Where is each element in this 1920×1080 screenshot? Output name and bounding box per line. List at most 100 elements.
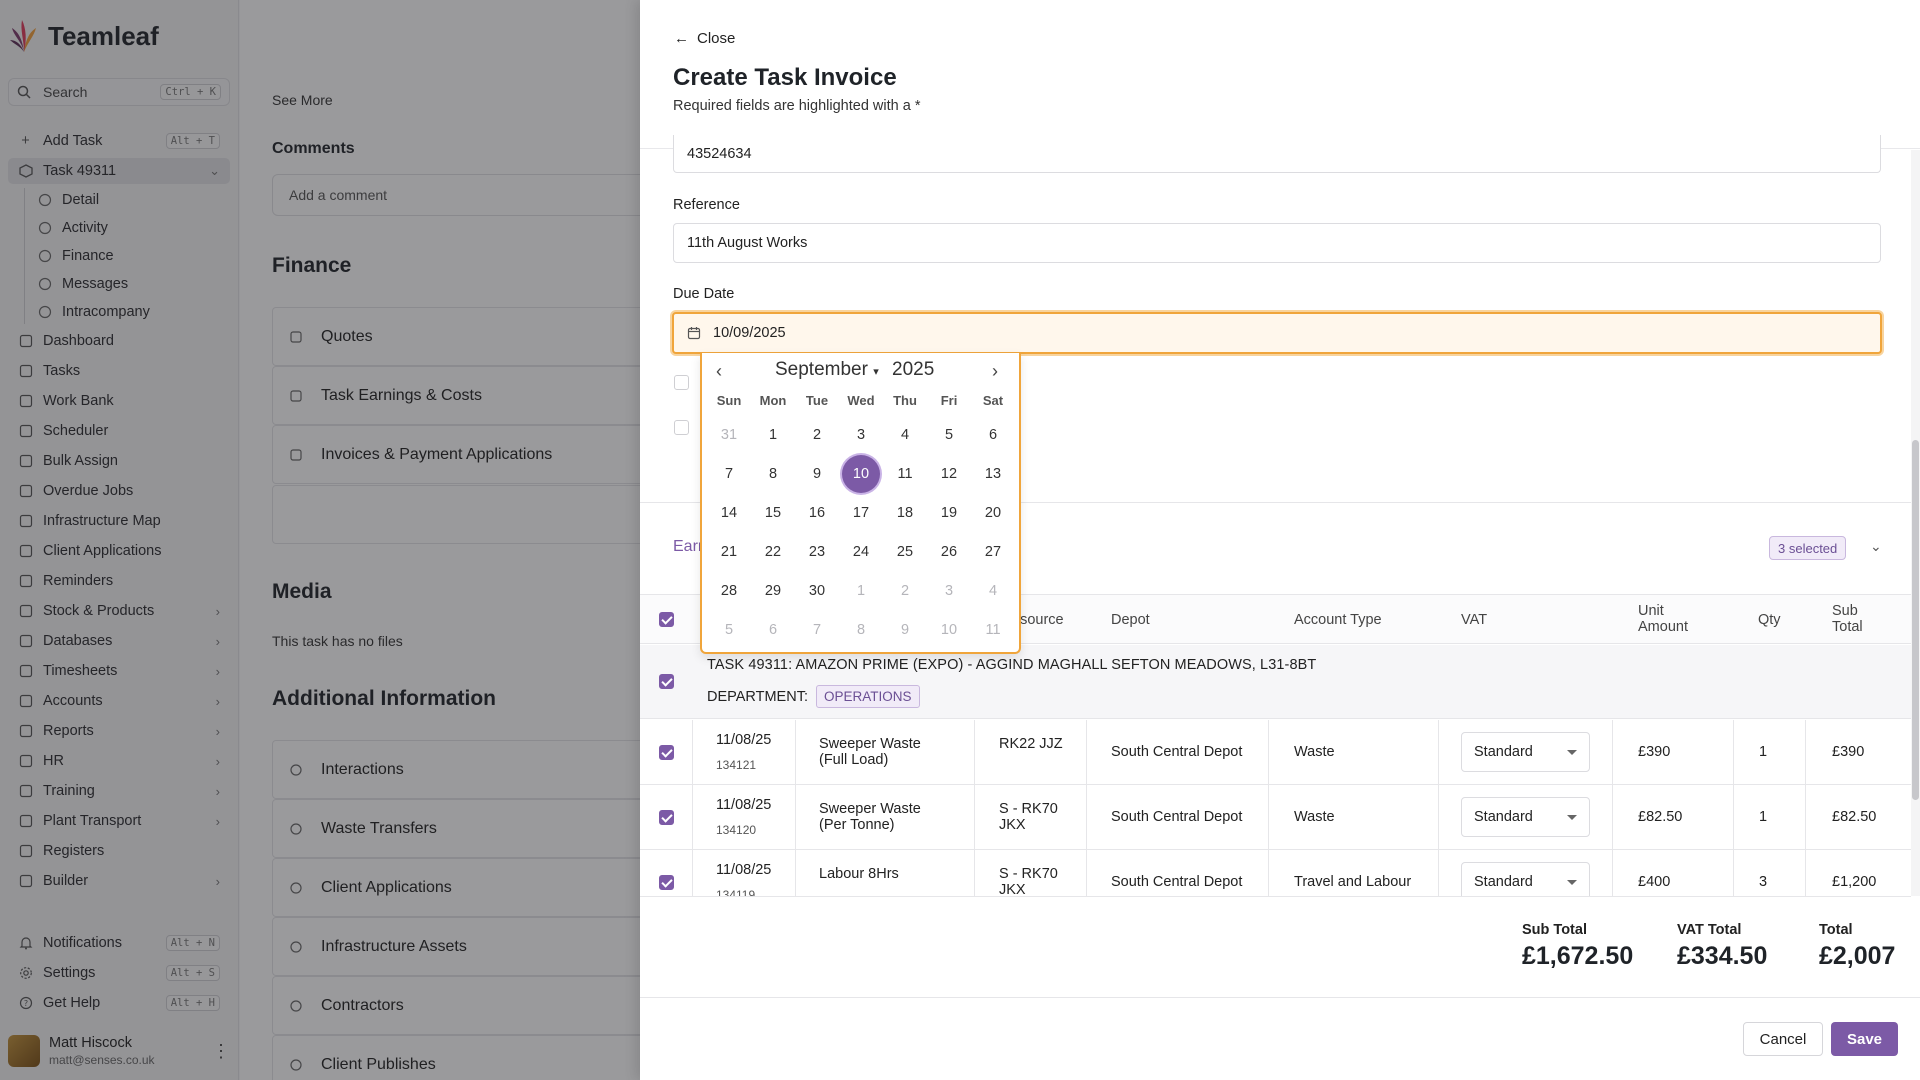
calendar-day[interactable]: 6: [754, 611, 792, 649]
vat-select[interactable]: Standard: [1461, 797, 1590, 837]
row-resource: S - RK70 JKX: [999, 866, 1058, 896]
next-month-button[interactable]: ›: [992, 361, 998, 382]
column-divider: [1805, 720, 1806, 784]
table-row[interactable]: 11/08/25 134121 Sweeper Waste (Full Load) R…: [640, 720, 1911, 785]
calendar-day[interactable]: 13: [974, 455, 1012, 493]
weekday-header: Sat: [982, 393, 1004, 408]
column-divider: [692, 720, 693, 784]
calendar-day[interactable]: 3: [842, 416, 880, 454]
calendar-day[interactable]: 10: [930, 611, 968, 649]
calendar-day[interactable]: 1: [754, 416, 792, 454]
selected-count-badge[interactable]: 3 selected: [1769, 536, 1847, 560]
row-checkbox[interactable]: [659, 810, 674, 825]
row-account-type: Waste: [1294, 809, 1335, 825]
total-label: Total: [1819, 922, 1853, 938]
column-divider: [1733, 850, 1734, 896]
table-row[interactable]: 11/08/25 134120 Sweeper Waste (Per Tonne) S…: [640, 785, 1911, 850]
calendar-day[interactable]: 15: [754, 494, 792, 532]
calendar-day[interactable]: 18: [886, 494, 924, 532]
calendar-day[interactable]: 5: [930, 416, 968, 454]
option-checkbox-2[interactable]: [674, 420, 689, 435]
calendar-day[interactable]: 7: [798, 611, 836, 649]
calendar-day[interactable]: 27: [974, 533, 1012, 571]
close-label: Close: [697, 30, 736, 47]
calendar-day[interactable]: 20: [974, 494, 1012, 532]
year-value[interactable]: 2025: [892, 359, 934, 381]
cancel-button[interactable]: Cancel: [1743, 1022, 1823, 1056]
due-date-field[interactable]: 10/09/2025: [672, 312, 1882, 354]
selected-day[interactable]: 10: [842, 455, 880, 493]
calendar-day[interactable]: 7: [710, 455, 748, 493]
sub-total-value: £1,672.50: [1522, 942, 1634, 970]
option-checkbox-1[interactable]: [674, 375, 689, 390]
calendar-day[interactable]: 30: [798, 572, 836, 610]
calendar-day[interactable]: 25: [886, 533, 924, 571]
department-badge: OPERATIONS: [815, 685, 920, 708]
column-divider: [1438, 850, 1439, 896]
arrow-left-icon: ←: [674, 30, 689, 47]
calendar-day[interactable]: 5: [710, 611, 748, 649]
calendar-day[interactable]: 6: [974, 416, 1012, 454]
table-row[interactable]: 11/08/25 134119 Labour 8Hrs S - RK70 JKX Sou…: [640, 850, 1911, 896]
calendar-day[interactable]: 21: [710, 533, 748, 571]
calendar-day[interactable]: 4: [974, 572, 1012, 610]
calendar-day[interactable]: 9: [886, 611, 924, 649]
calendar-day[interactable]: 24: [842, 533, 880, 571]
month-select[interactable]: September ▾: [775, 359, 879, 381]
invoice-number-field[interactable]: 43524634: [673, 135, 1881, 173]
page-subtitle: Required fields are highlighted with a *: [673, 98, 921, 114]
vat-select-value: Standard: [1474, 874, 1533, 890]
modal-overlay[interactable]: [0, 0, 640, 1080]
row-ref: 134120: [716, 823, 757, 837]
calendar-day[interactable]: 3: [930, 572, 968, 610]
vat-total-value: £334.50: [1677, 942, 1768, 970]
column-divider: [1086, 850, 1087, 896]
save-button[interactable]: Save: [1831, 1022, 1898, 1056]
scrollbar-thumb[interactable]: [1912, 440, 1919, 800]
chevron-down-icon[interactable]: ⌄: [1870, 538, 1882, 555]
group-checkbox[interactable]: [659, 674, 674, 689]
row-checkbox[interactable]: [659, 745, 674, 760]
calendar-day[interactable]: 1: [842, 572, 880, 610]
row-unit-amount: £82.50: [1638, 809, 1683, 825]
calendar-day[interactable]: 8: [754, 455, 792, 493]
reference-field[interactable]: 11th August Works: [673, 223, 1881, 263]
column-divider: [795, 850, 796, 896]
calendar-day[interactable]: 16: [798, 494, 836, 532]
reference-label: Reference: [673, 197, 740, 213]
calendar-day[interactable]: 23: [798, 533, 836, 571]
row-checkbox[interactable]: [659, 875, 674, 890]
calendar-day[interactable]: 11: [974, 611, 1012, 649]
select-all-checkbox[interactable]: [659, 612, 674, 627]
calendar-day[interactable]: 19: [930, 494, 968, 532]
prev-month-button[interactable]: ‹: [716, 361, 722, 382]
row-sub-total: £390: [1832, 744, 1865, 760]
calendar-day[interactable]: 12: [930, 455, 968, 493]
table-body: 11/08/25 134121 Sweeper Waste (Full Load) R…: [640, 720, 1911, 896]
vat-select[interactable]: Standard: [1461, 862, 1590, 896]
calendar-day[interactable]: 17: [842, 494, 880, 532]
vat-select[interactable]: Standard: [1461, 732, 1590, 772]
calendar-day[interactable]: 14: [710, 494, 748, 532]
due-date-value: 10/09/2025: [713, 325, 786, 341]
calendar-day[interactable]: 9: [798, 455, 836, 493]
calendar-day[interactable]: 8: [842, 611, 880, 649]
calendar-day[interactable]: 29: [754, 572, 792, 610]
row-sub-total: £1,200: [1832, 874, 1877, 890]
vat-total-label: VAT Total: [1677, 922, 1742, 938]
calendar-day[interactable]: 11: [886, 455, 924, 493]
calendar-day[interactable]: 31: [710, 416, 748, 454]
calendar-day[interactable]: 26: [930, 533, 968, 571]
close-button[interactable]: ← Close: [674, 30, 735, 47]
calendar-day[interactable]: 2: [886, 572, 924, 610]
month-value: September: [775, 359, 868, 380]
calendar-day[interactable]: 28: [710, 572, 748, 610]
calendar-day[interactable]: 2: [798, 416, 836, 454]
col-account-type: Account Type: [1294, 612, 1382, 628]
calendar-day[interactable]: 4: [886, 416, 924, 454]
calendar-day[interactable]: 22: [754, 533, 792, 571]
chevron-down-icon: ▾: [873, 366, 879, 378]
row-ref: 134121: [716, 758, 757, 772]
column-divider: [692, 850, 693, 896]
col-qty: Qty: [1758, 612, 1781, 628]
